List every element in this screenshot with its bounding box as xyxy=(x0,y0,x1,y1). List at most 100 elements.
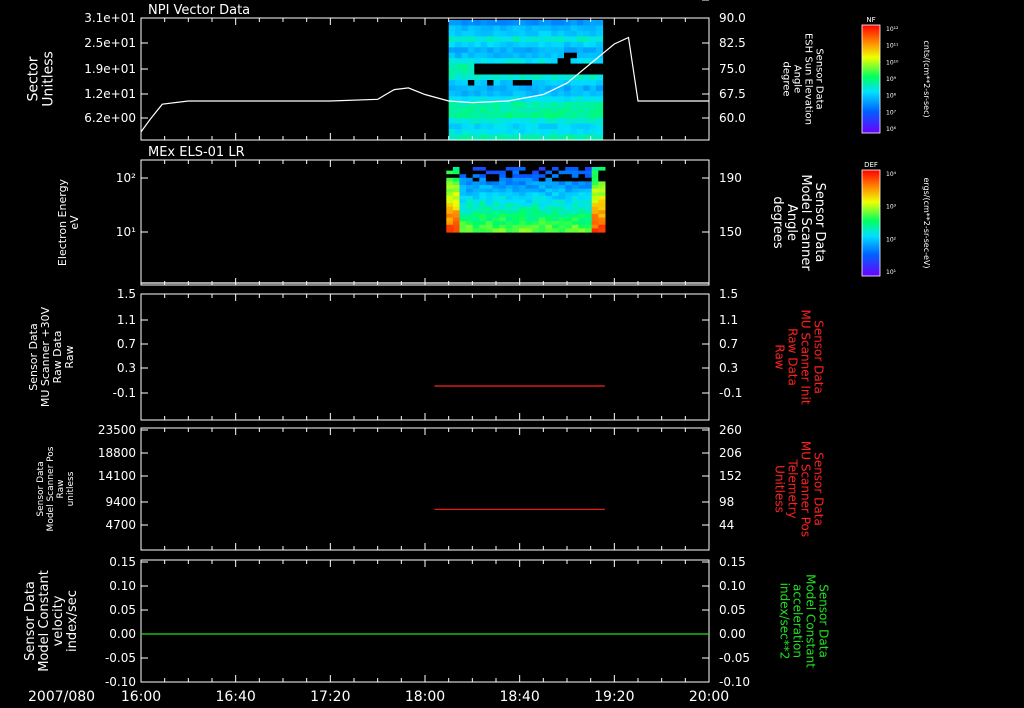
spectrogram-cell xyxy=(459,188,467,193)
spectrogram-cell xyxy=(474,85,482,92)
spectrogram-cell xyxy=(532,58,539,65)
spectrogram-cell xyxy=(452,221,461,226)
spectrogram-cell xyxy=(506,63,514,70)
spectrogram-cell xyxy=(544,129,552,136)
spectrogram-cell xyxy=(557,96,565,103)
spectrogram-cell xyxy=(570,52,578,59)
spectrogram-cell xyxy=(512,123,520,130)
spectrogram-cell xyxy=(479,188,487,193)
spectrogram-cell xyxy=(525,221,533,226)
colorbar-tick-label: 10⁶ xyxy=(886,126,897,133)
spectrogram-cell xyxy=(532,85,539,92)
colorbar-tick-label: 10³ xyxy=(886,204,897,211)
colorbar-label: cnts/(cm**2-sr-sec) xyxy=(922,40,931,117)
spectrogram-cell xyxy=(571,224,579,229)
spectrogram-cell xyxy=(544,74,552,81)
spectrogram-cell xyxy=(585,167,593,172)
spectrogram-cell xyxy=(459,185,467,190)
spectrogram-cell xyxy=(544,36,552,43)
spectrogram-cell xyxy=(499,90,507,97)
spectrogram-cell xyxy=(492,217,500,222)
spectrogram-cell xyxy=(499,174,507,179)
spectrogram-cell xyxy=(532,177,540,182)
y2-tick-label: 0.10 xyxy=(719,579,746,593)
spectrogram-cell xyxy=(446,174,454,179)
spectrogram-cell xyxy=(492,185,500,190)
spectrogram-cell xyxy=(479,185,487,190)
spectrogram-cell xyxy=(525,224,533,229)
spectrogram-cell xyxy=(474,112,482,119)
spectrogram-cell xyxy=(532,96,539,103)
spectrogram-cell xyxy=(472,174,480,179)
spectrogram-cell xyxy=(570,47,578,54)
spectrogram xyxy=(446,167,606,233)
spectrogram-cell xyxy=(538,96,546,103)
spectrogram-cell xyxy=(532,47,539,54)
spectrogram-cell xyxy=(505,206,513,211)
spectrogram-cell xyxy=(480,118,488,125)
spectrogram-cell xyxy=(452,167,461,172)
spectrogram-cell xyxy=(499,20,507,27)
spectrogram-cell xyxy=(519,36,527,43)
y-tick-label: 6.2e+00 xyxy=(84,111,136,125)
spectrogram-cell xyxy=(525,36,533,43)
right-axis-label: Sensor DataESH Sun ElevationAngledegree xyxy=(781,33,825,125)
spectrogram-cell xyxy=(493,107,501,114)
spectrogram-cell xyxy=(512,20,520,27)
spectrogram-cell xyxy=(564,107,571,114)
spectrogram-cell xyxy=(532,52,539,59)
spectrogram-cell xyxy=(538,188,546,193)
spectrogram-cell xyxy=(499,213,507,219)
spectrogram-cell xyxy=(583,69,591,76)
y-tick-label: 0.00 xyxy=(109,627,136,641)
spectrogram-cell xyxy=(570,25,578,32)
spectrogram-cell xyxy=(598,221,606,226)
spectrogram-cell xyxy=(576,25,584,32)
spectrogram xyxy=(448,20,604,141)
spectrogram-cell xyxy=(583,85,591,92)
spectrogram-cell xyxy=(596,90,604,97)
spectrogram-cell xyxy=(564,25,571,32)
spectrogram-cell xyxy=(596,20,604,27)
spectrogram-cell xyxy=(519,188,527,193)
spectrogram-cell xyxy=(479,213,487,219)
panel-title: NPI Vector Data xyxy=(148,3,250,18)
spectrogram-cell xyxy=(474,41,482,48)
spectrogram-cell xyxy=(487,80,495,87)
spectrogram-cell xyxy=(578,213,586,219)
spectrogram-cell xyxy=(499,224,507,229)
spectrogram-cell xyxy=(519,80,527,87)
panel-1: NPI Vector Data 3.1e+01 2.5e+01 1.9e+01 1.2e… xyxy=(26,3,825,141)
spectrogram-cell xyxy=(538,47,546,54)
spectrogram-cell xyxy=(487,129,495,136)
spectrogram-cell xyxy=(474,123,482,130)
spectrogram-cell xyxy=(585,170,593,175)
spectrogram-cell xyxy=(532,80,539,87)
spectrogram-cell xyxy=(466,210,474,215)
spectrogram-cell xyxy=(499,199,507,204)
spectrogram-cell xyxy=(578,224,586,229)
spectrogram-cell xyxy=(448,69,456,76)
spectrogram-cell xyxy=(578,185,586,190)
spectrogram-cell xyxy=(493,20,501,27)
right-axis-label: Sensor DataModel Constantaccelerationind… xyxy=(778,574,831,668)
time-axis: 16:00 16:40 17:20 18:00 18:40 19:20 20:00 xyxy=(121,689,729,705)
colorbar-gradient xyxy=(861,24,881,134)
left-axis-label: SectorUnitless xyxy=(26,51,57,107)
spectrogram-cell xyxy=(570,58,578,65)
spectrogram-cell xyxy=(467,47,475,54)
spectrogram-cell xyxy=(571,228,579,233)
spectrogram-cell xyxy=(551,101,559,108)
y-tick-label: 0.3 xyxy=(117,361,136,375)
spectrogram-cell xyxy=(596,25,604,32)
spectrogram-cell xyxy=(571,174,579,179)
spectrogram-cell xyxy=(557,123,565,130)
spectrogram-cell xyxy=(596,118,604,125)
spectrogram-cell xyxy=(499,221,507,226)
spectrogram-cell xyxy=(505,170,513,175)
spectrogram-cell xyxy=(578,188,586,193)
panel-3: 1.5 1.1 0.7 0.3 -0.1 1.5 1.1 0.7 0.3 -0.1 Sensor D… xyxy=(27,287,826,421)
panel-frame xyxy=(140,559,710,683)
spectrogram-cell xyxy=(506,36,514,43)
spectrogram-cell xyxy=(519,221,527,226)
